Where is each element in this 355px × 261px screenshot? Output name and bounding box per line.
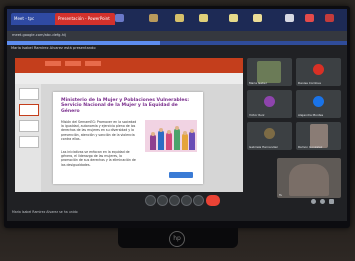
slide-thumbnail[interactable] — [19, 104, 39, 116]
illustration-figure — [150, 134, 156, 150]
participant-name: Maria Isabel — [249, 81, 267, 85]
filter-icon[interactable] — [285, 14, 294, 22]
participant-video — [257, 61, 281, 83]
mic-icon[interactable] — [145, 195, 156, 206]
extension-icon[interactable] — [115, 14, 124, 22]
participant-tile[interactable]: Ramon Gonzalez — [296, 122, 341, 150]
bell-icon[interactable] — [229, 14, 238, 22]
ribbon-tab-home[interactable] — [45, 61, 61, 66]
current-slide: Ministerio de la Mujer y Poblaciones Vul… — [53, 92, 203, 184]
side-controls — [311, 197, 341, 207]
participant-name: Alejandra Montes — [298, 113, 324, 117]
illustration-head — [183, 131, 187, 135]
illustration-figure — [166, 132, 172, 150]
monitor: Meet - tpc Presentación - PowerPoint mee… — [4, 6, 350, 228]
illustration-head — [151, 132, 155, 136]
participant-tile[interactable]: Gabriela Hernandez — [247, 122, 292, 150]
powerpoint-ribbon — [15, 58, 243, 73]
raise-hand-icon[interactable] — [181, 195, 192, 206]
participant-tile[interactable]: Victor Ruiz — [247, 90, 292, 118]
participant-avatar — [264, 96, 275, 107]
brand-logo: hp — [169, 231, 185, 247]
chat-icon[interactable] — [329, 199, 334, 204]
more-icon[interactable] — [193, 195, 204, 206]
address-text: meet.google.com/abc-defg-hij — [12, 33, 67, 37]
slide-paragraph-1: Misión del SernamEG: Promover en la soci… — [61, 120, 137, 141]
illustration-head — [167, 130, 171, 134]
people-icon[interactable] — [320, 199, 325, 204]
screen: Meet - tpc Presentación - PowerPoint mee… — [7, 9, 347, 221]
meeting-title: Maria Isabel Ramirez Alvarez está presen… — [11, 46, 96, 50]
call-controls — [145, 195, 221, 206]
user-icon[interactable] — [175, 14, 184, 22]
illustration-figure — [158, 130, 164, 150]
ribbon-tab-design[interactable] — [85, 61, 101, 66]
self-view-video — [289, 164, 329, 196]
slide-title: Ministerio de la Mujer y Poblaciones Vul… — [61, 98, 190, 114]
meet-window: Maria Isabel Ramirez Alvarez está presen… — [7, 45, 347, 221]
participant-name: Victor Ruiz — [249, 113, 265, 117]
info-icon[interactable] — [311, 199, 316, 204]
participant-avatar — [313, 96, 324, 107]
slide-paragraph-2: Las iniciativas se enfocan en la equidad… — [61, 150, 136, 167]
slide-link-button[interactable] — [169, 172, 193, 178]
self-view-tile[interactable]: Tu — [277, 158, 341, 198]
browser-tab-ppt[interactable]: Presentación - PowerPoint — [55, 13, 115, 25]
participants-panel: Maria Isabel Denise Cordova Victor Ruiz … — [247, 58, 341, 216]
slide-illustration — [145, 120, 197, 152]
slide-thumbnail[interactable] — [19, 88, 39, 100]
end-call-icon[interactable] — [206, 195, 220, 206]
participant-name: Denise Cordova — [298, 81, 321, 85]
illustration-figure — [189, 131, 195, 150]
slide-thumbnail[interactable] — [19, 120, 39, 132]
illustration-head — [190, 129, 194, 133]
illustration-head — [175, 126, 179, 130]
illustration-head — [159, 128, 163, 132]
person-icon[interactable] — [199, 14, 208, 22]
browser-tab-meet[interactable]: Meet - tpc — [11, 13, 57, 25]
folder-icon[interactable] — [149, 14, 158, 22]
address-bar[interactable]: meet.google.com/abc-defg-hij — [7, 31, 347, 41]
present-icon[interactable] — [169, 195, 180, 206]
slide-canvas: Ministerio de la Mujer y Poblaciones Vul… — [41, 84, 243, 192]
photo-scene: Meet - tpc Presentación - PowerPoint mee… — [0, 0, 355, 261]
settings-icon[interactable] — [305, 14, 314, 22]
participant-tile[interactable]: Alejandra Montes — [296, 90, 341, 118]
lamp-icon[interactable] — [253, 14, 262, 22]
participant-tile[interactable]: Maria Isabel — [247, 58, 292, 86]
ribbon-tab-insert[interactable] — [65, 61, 81, 66]
participant-name: Ramon Gonzalez — [298, 145, 323, 149]
participant-name: Tu — [279, 193, 283, 197]
join-notification: Maria Isabel Ramirez Alvarez se ha unido — [12, 210, 78, 214]
participant-avatar — [313, 64, 324, 75]
participant-tile[interactable]: Denise Cordova — [296, 58, 341, 86]
meeting-titlebar: Maria Isabel Ramirez Alvarez está presen… — [7, 45, 347, 53]
close-window-icon[interactable] — [325, 14, 334, 22]
slide-thumbnails — [15, 84, 41, 192]
participant-avatar — [264, 128, 275, 139]
participant-name: Gabriela Hernandez — [249, 145, 278, 149]
camera-icon[interactable] — [157, 195, 168, 206]
illustration-figure — [182, 133, 188, 150]
slide-thumbnail[interactable] — [19, 136, 39, 148]
browser-tabbar: Meet - tpc Presentación - PowerPoint — [7, 9, 347, 31]
shared-screen[interactable]: Ministerio de la Mujer y Poblaciones Vul… — [15, 58, 243, 192]
illustration-figure — [174, 128, 180, 150]
